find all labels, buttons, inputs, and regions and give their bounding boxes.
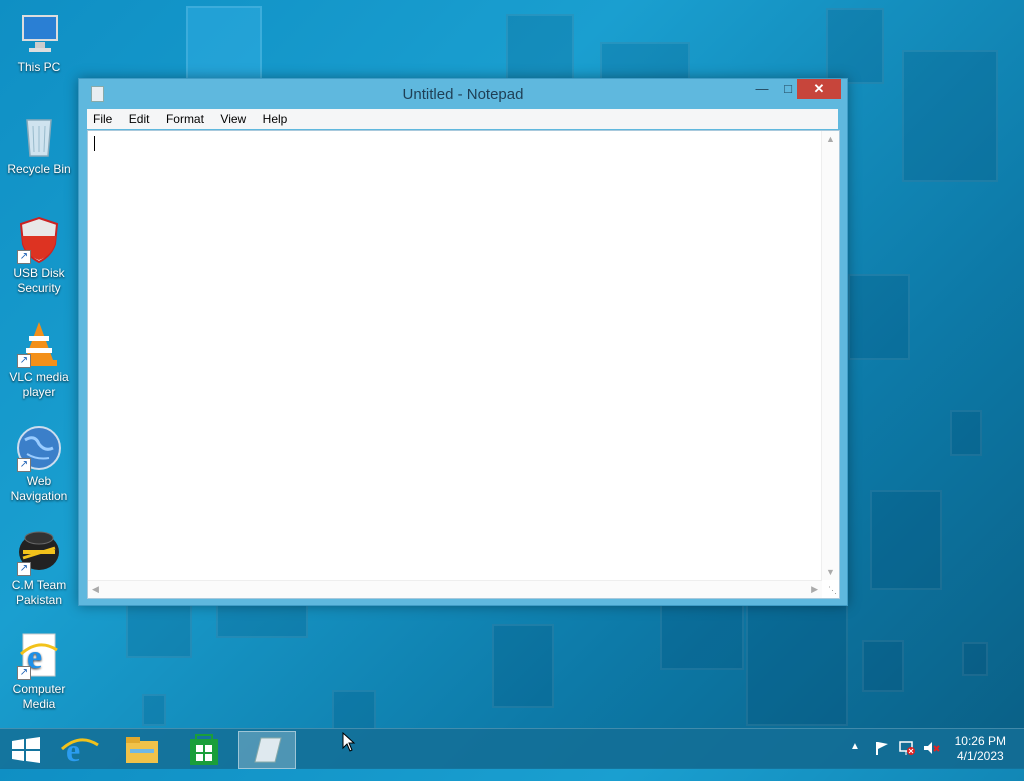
file-explorer-icon: [126, 737, 158, 763]
shortcut-arrow-icon: ↗: [17, 458, 31, 472]
desktop-icon-label: This PC: [17, 60, 61, 74]
network-icon[interactable]: [898, 740, 916, 780]
windows-start-icon: [12, 737, 40, 763]
wallpaper-tile: [492, 624, 554, 708]
menu-edit[interactable]: Edit: [123, 109, 156, 126]
shortcut-arrow-icon: ↗: [17, 666, 31, 680]
desktop-icon-label: VLC media player: [9, 370, 69, 399]
shortcut-arrow-icon: ↗: [17, 562, 31, 576]
wallpaper-tile: [848, 274, 910, 360]
wallpaper-tile: [902, 50, 998, 182]
menu-help[interactable]: Help: [257, 109, 294, 126]
desktop-icon-label: USB Disk Security: [13, 266, 65, 295]
usb-disk-security-icon: ↗: [15, 216, 63, 264]
cm-team-icon: ↗: [15, 528, 63, 576]
desktop-icon-cm-team[interactable]: ↗ C.M Team Pakistan: [4, 528, 74, 608]
menu-bar: File Edit Format View Help: [87, 109, 838, 129]
wallpaper-tile: [950, 410, 982, 456]
taskbar-notepad[interactable]: [238, 731, 296, 769]
scroll-right-icon[interactable]: ▶: [811, 584, 818, 595]
wallpaper-tile: [126, 600, 192, 658]
desktop-icon-label: Recycle Bin: [7, 162, 71, 176]
volume-muted-icon[interactable]: [922, 740, 940, 780]
maximize-icon: □: [784, 81, 792, 96]
text-caret: [94, 136, 95, 151]
horizontal-scrollbar[interactable]: ◀ ▶: [88, 580, 822, 598]
title-bar[interactable]: Untitled - Notepad — □ ✕: [79, 79, 847, 109]
recycle-bin-icon: [15, 112, 63, 160]
desktop-icon-label: Computer Media: [12, 682, 66, 711]
window-title: Untitled - Notepad: [402, 86, 524, 103]
internet-explorer-icon: e: [61, 732, 99, 768]
close-icon: ✕: [813, 81, 825, 96]
scroll-up-icon[interactable]: ▲: [826, 134, 835, 144]
wallpaper-tile: [660, 600, 744, 670]
desktop-icon-usb-disk-security[interactable]: ↗ USB Disk Security: [4, 216, 74, 296]
wallpaper-tile: [332, 690, 376, 730]
internet-explorer-icon: e ↗: [15, 632, 63, 680]
wallpaper-tile: [870, 490, 942, 590]
desktop-icon-label: C.M Team Pakistan: [11, 578, 67, 607]
text-editor-area[interactable]: ▲ ▼ ◀ ▶ ⋱: [87, 130, 840, 599]
start-button[interactable]: [0, 731, 56, 767]
wallpaper-tile: [506, 14, 574, 86]
minimize-button[interactable]: —: [749, 79, 775, 99]
wallpaper-tile: [826, 8, 884, 84]
resize-grip-icon[interactable]: ⋱: [828, 585, 837, 596]
desktop-icon-computer-media[interactable]: e ↗ Computer Media: [4, 632, 74, 712]
taskbar-file-explorer[interactable]: [114, 731, 170, 767]
wallpaper-tile: [862, 640, 904, 692]
desktop-icon-this-pc[interactable]: This PC: [4, 10, 74, 75]
notepad-icon: [254, 737, 282, 763]
taskbar: e ▲ 10:26 PM 4/1/2023: [0, 728, 1024, 769]
desktop-icon-web-navigation[interactable]: ↗ Web Navigation: [4, 424, 74, 504]
vlc-icon: ↗: [15, 320, 63, 368]
taskbar-internet-explorer[interactable]: e: [52, 731, 108, 768]
mouse-cursor-icon: [342, 732, 356, 752]
shortcut-arrow-icon: ↗: [17, 354, 31, 368]
vertical-scrollbar[interactable]: ▲ ▼: [821, 131, 839, 580]
wallpaper-tile: [962, 642, 988, 676]
clock-date: 4/1/2023: [956, 749, 1004, 763]
scroll-down-icon[interactable]: ▼: [826, 567, 835, 577]
clock-time: 10:26 PM: [954, 734, 1006, 748]
taskbar-store[interactable]: [176, 731, 232, 767]
wallpaper-tile: [142, 694, 166, 726]
menu-file[interactable]: File: [87, 109, 118, 126]
menu-format[interactable]: Format: [160, 109, 210, 126]
show-hidden-icons-icon[interactable]: ▲: [850, 741, 860, 781]
shortcut-arrow-icon: ↗: [17, 250, 31, 264]
wallpaper-tile: [186, 6, 262, 86]
wallpaper-tile: [746, 600, 848, 726]
globe-icon: ↗: [15, 424, 63, 472]
system-clock[interactable]: 10:26 PM 4/1/2023: [955, 734, 1006, 764]
notepad-window[interactable]: Untitled - Notepad — □ ✕ File Edit Forma…: [78, 78, 848, 606]
svg-text:e: e: [66, 732, 80, 767]
desktop-icon-recycle-bin[interactable]: Recycle Bin: [4, 112, 74, 177]
close-button[interactable]: ✕: [797, 79, 841, 99]
windows-store-icon: [190, 734, 218, 765]
this-pc-icon: [15, 10, 63, 58]
minimize-icon: —: [755, 81, 769, 96]
action-center-flag-icon[interactable]: [874, 740, 890, 780]
desktop-icon-label: Web Navigation: [10, 474, 68, 503]
menu-view[interactable]: View: [214, 109, 252, 126]
desktop-icon-vlc[interactable]: ↗ VLC media player: [4, 320, 74, 400]
scroll-left-icon[interactable]: ◀: [92, 584, 99, 595]
